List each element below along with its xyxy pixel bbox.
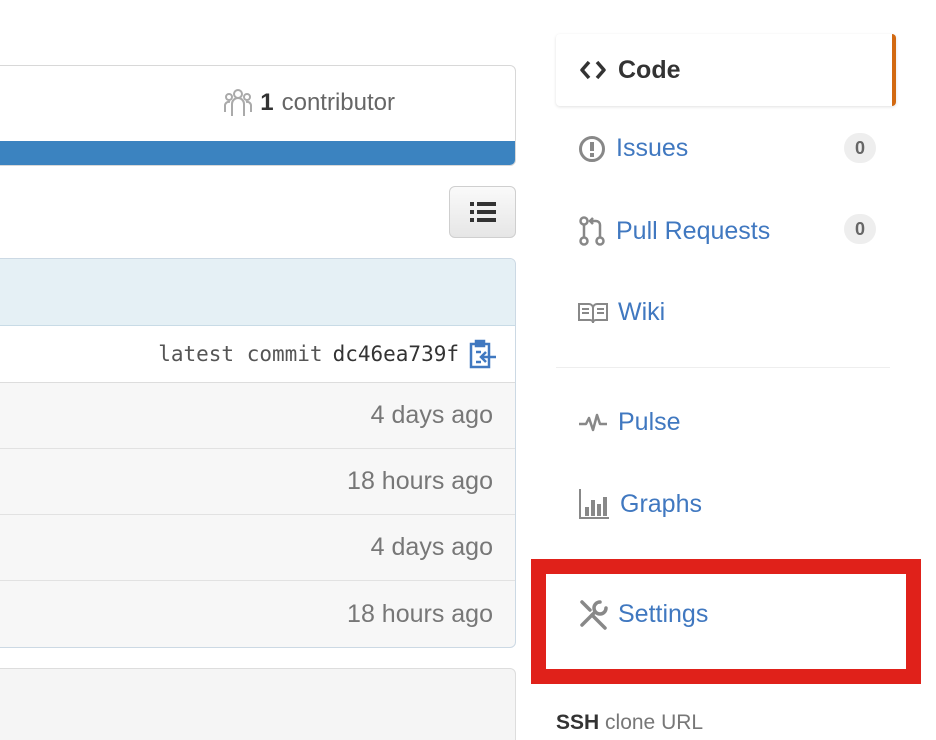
file-age: 18 hours ago <box>347 599 493 628</box>
nav-pull-requests-label: Pull Requests <box>616 216 771 245</box>
contributors-label: contributor <box>281 89 395 116</box>
clipboard-icon[interactable] <box>469 339 497 369</box>
issue-icon <box>578 135 606 163</box>
nav-pulse[interactable]: Pulse <box>578 408 681 437</box>
contributors-link[interactable]: 1 contributor <box>224 88 395 118</box>
code-icon <box>580 59 606 81</box>
file-row[interactable]: 4 days ago <box>0 515 515 581</box>
nav-group-primary: Issues 0 Pull Requests 0 Wiki <box>556 106 890 368</box>
nav-pull-requests[interactable]: Pull Requests <box>578 216 770 246</box>
file-age: 4 days ago <box>370 533 493 561</box>
file-age: 18 hours ago <box>347 467 493 495</box>
file-row[interactable]: 18 hours ago <box>0 449 515 515</box>
file-table: latest commit dc46ea739f 4 days ago 18 h… <box>0 258 516 648</box>
nav-code-label: Code <box>618 55 681 84</box>
commit-sha[interactable]: dc46ea739f <box>333 342 459 366</box>
repo-summary: 1 contributor <box>0 65 516 166</box>
people-icon <box>224 88 253 118</box>
nav-pulse-label: Pulse <box>618 408 681 436</box>
nav-graphs-label: Graphs <box>620 489 702 518</box>
pull-request-icon <box>578 216 606 246</box>
nav-issues[interactable]: Issues <box>578 134 688 163</box>
nav-wiki[interactable]: Wiki <box>578 298 665 327</box>
file-table-header <box>0 259 515 326</box>
nav-group-secondary: Pulse Graphs <box>556 378 890 558</box>
latest-commit-label: latest commit <box>158 342 323 366</box>
clone-protocol: SSH <box>556 711 600 734</box>
readme-box <box>0 668 516 740</box>
clone-url-label: SSH clone URL <box>556 711 703 735</box>
file-age: 4 days ago <box>370 401 493 429</box>
graph-icon <box>578 488 610 520</box>
contributors-count: 1 <box>260 89 274 116</box>
list-icon <box>469 201 496 223</box>
nav-issues-label: Issues <box>616 134 689 162</box>
book-icon <box>578 301 608 325</box>
list-view-button[interactable] <box>449 186 516 238</box>
file-row[interactable]: 4 days ago <box>0 383 515 449</box>
nav-code[interactable]: Code <box>556 34 896 106</box>
pulls-counter: 0 <box>844 214 876 244</box>
clone-url-text: clone URL <box>605 711 704 734</box>
nav-wiki-label: Wiki <box>618 298 666 326</box>
latest-commit-row: latest commit dc46ea739f <box>0 326 515 383</box>
file-row[interactable]: 18 hours ago <box>0 581 515 647</box>
issues-counter: 0 <box>844 133 876 163</box>
nav-graphs[interactable]: Graphs <box>578 488 702 520</box>
language-bar[interactable] <box>0 141 515 165</box>
pulse-icon <box>578 411 608 435</box>
settings-highlight-box <box>531 559 921 684</box>
